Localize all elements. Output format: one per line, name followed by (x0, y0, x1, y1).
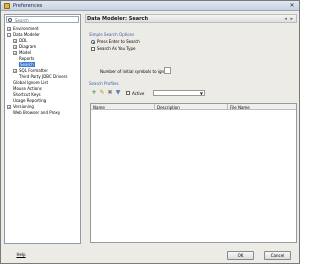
close-icon[interactable]: ✕ (288, 2, 296, 9)
app-icon (4, 3, 10, 9)
initial-symbols-label: Number of initial symbols to ignore (100, 69, 171, 74)
profiles-toolbar: + ✎ ✖ ▼ Active ▼ (91, 90, 291, 97)
column-name[interactable]: Name (93, 105, 105, 110)
window-title: Preferences (13, 3, 43, 9)
radio-selected-icon[interactable] (91, 40, 95, 44)
search-profiles-title: Search Profiles (89, 81, 119, 86)
panel-header: Data Modeler: Search ◂ ▸ (85, 14, 297, 23)
profile-dropdown[interactable]: ▼ (153, 90, 205, 96)
expand-icon[interactable]: + (13, 51, 17, 55)
expand-icon[interactable]: + (13, 39, 17, 43)
active-checkbox[interactable] (126, 91, 130, 95)
column-description[interactable]: Description (157, 105, 180, 110)
initial-symbols-spinner[interactable] (164, 67, 171, 74)
nav-arrows-icon[interactable]: ◂ ▸ (284, 16, 294, 22)
simple-search-options-title: Simple Search Options (89, 32, 135, 37)
export-icon[interactable]: ▼ (115, 90, 121, 96)
settings-panel: Data Modeler: Search ◂ ▸ Simple Search O… (85, 14, 297, 244)
preferences-tree-panel: Search + Environment − Data Modeler + DDL +… (4, 14, 81, 244)
collapse-icon[interactable]: − (7, 33, 11, 37)
chevron-down-icon: ▼ (199, 91, 203, 96)
table-header: Name Description File Name (91, 104, 296, 110)
press-enter-radio[interactable]: Press Enter to Search (91, 39, 140, 44)
cancel-button[interactable]: Cancel (264, 251, 291, 260)
expand-icon[interactable]: + (7, 105, 11, 109)
search-profiles-table: Name Description File Name (90, 103, 297, 243)
edit-icon[interactable]: ✎ (99, 90, 105, 96)
search-icon (8, 18, 12, 22)
expand-icon[interactable]: + (13, 69, 17, 73)
expand-icon[interactable]: + (7, 27, 11, 31)
search-as-you-type-checkbox[interactable]: Search As You Type (91, 46, 135, 51)
tree-item-web-browser-proxy[interactable]: Web Browser and Proxy (7, 110, 60, 116)
add-icon[interactable]: + (91, 90, 97, 96)
page-title: Data Modeler: Search (87, 16, 149, 22)
title-bar: Preferences ✕ (1, 1, 299, 11)
search-input[interactable]: Search (6, 16, 79, 23)
preferences-window: Preferences ✕ Search + Environment − Data … (0, 0, 300, 264)
search-placeholder: Search (15, 18, 29, 23)
checkbox-icon[interactable] (91, 47, 95, 51)
ok-button[interactable]: OK (227, 251, 254, 260)
dialog-footer: Help OK Cancel (1, 247, 299, 264)
help-button[interactable]: Help (11, 251, 31, 260)
delete-icon[interactable]: ✖ (107, 90, 113, 96)
expand-icon[interactable]: + (13, 45, 17, 49)
active-label: Active (132, 91, 145, 96)
column-file-name[interactable]: File Name (230, 105, 250, 110)
